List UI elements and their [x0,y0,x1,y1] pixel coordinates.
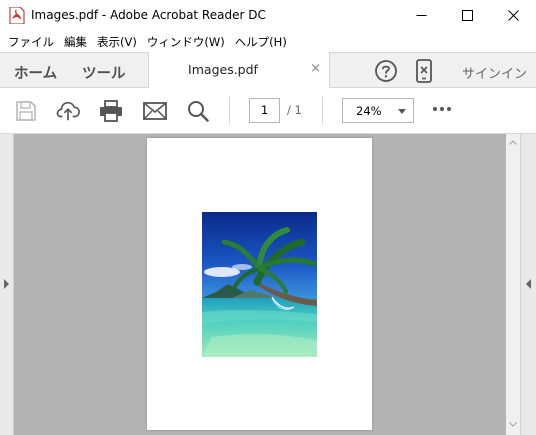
close-icon [507,10,519,21]
menu-window[interactable]: ウィンドウ(W) [142,34,230,50]
expand-right-icon [4,279,9,289]
tab-close-icon[interactable]: × [310,61,321,76]
palm-beach-photo [202,212,317,357]
upload-cloud-icon[interactable] [56,99,80,123]
title-bar: Images.pdf - Adobe Acrobat Reader DC [0,0,536,31]
menu-bar: ファイル 編集 表示(V) ウィンドウ(W) ヘルプ(H) [0,31,536,52]
scroll-down-icon [509,422,517,427]
right-panel-toggle[interactable] [520,134,536,435]
chevron-down-icon [398,109,406,114]
toolbar-divider [229,97,230,125]
print-icon[interactable] [99,99,123,123]
menu-file[interactable]: ファイル [3,34,59,50]
scroll-up-icon [509,140,517,145]
page-number-input[interactable]: 1 [249,98,280,123]
tab-bar: ホーム ツール Images.pdf × サインイン [0,52,536,88]
menu-edit[interactable]: 編集 [59,34,92,50]
pdf-page [147,138,372,430]
zoom-select[interactable]: 24% [342,98,414,123]
menu-view[interactable]: 表示(V) [92,34,142,50]
maximize-icon [461,10,473,21]
tab-document[interactable]: Images.pdf × [148,52,330,88]
email-icon[interactable] [143,99,167,123]
menu-help[interactable]: ヘルプ(H) [230,34,292,50]
document-area [0,134,536,435]
close-button[interactable] [490,0,536,31]
signin-link[interactable]: サインイン [462,63,527,82]
toolbar-divider [322,97,323,125]
toolbar: 1 / 1 24% [0,88,536,134]
help-icon[interactable] [374,59,398,86]
zoom-value: 24% [356,104,382,118]
window-title: Images.pdf - Adobe Acrobat Reader DC [31,8,266,22]
tab-home[interactable]: ホーム [14,62,57,83]
minimize-icon [416,15,426,16]
tab-document-label: Images.pdf [188,62,258,77]
minimize-button[interactable] [398,0,444,31]
mobile-link-icon[interactable] [414,59,434,86]
tab-tools[interactable]: ツール [82,62,126,83]
save-icon[interactable] [14,99,38,123]
left-panel-toggle[interactable] [0,134,14,435]
more-icon[interactable] [433,107,451,111]
maximize-button[interactable] [444,0,490,31]
expand-left-icon [526,279,531,289]
page-total: / 1 [287,103,302,117]
search-icon[interactable] [186,99,210,123]
vertical-scrollbar[interactable] [506,134,520,435]
acrobat-pdf-icon [9,6,25,25]
